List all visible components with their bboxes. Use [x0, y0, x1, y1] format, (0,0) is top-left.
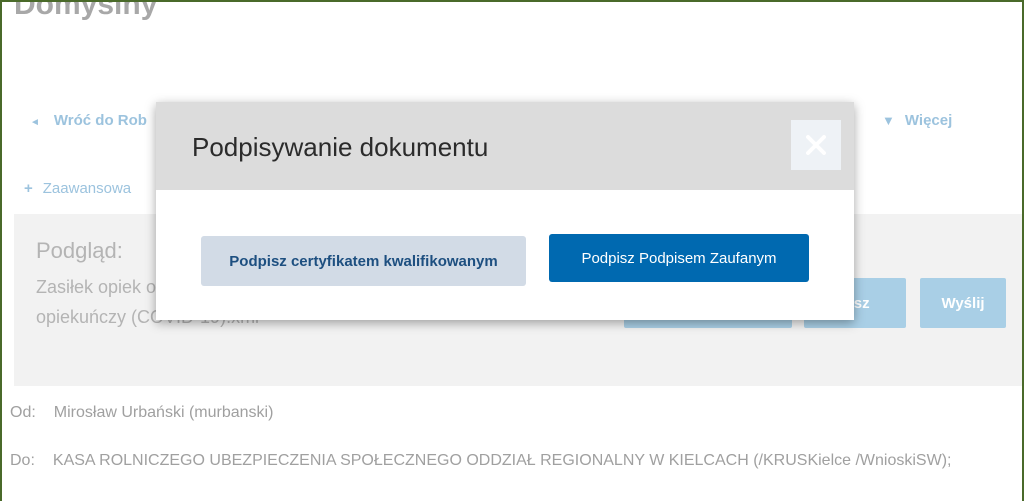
dialog-header: Podpisywanie dokumentu: [156, 102, 854, 190]
preview-heading: Podgląd:: [36, 238, 123, 263]
triangle-left-icon: ◄: [30, 117, 40, 128]
sign-certificate-button[interactable]: Podpisz certyfikatem kwalifikowanym: [201, 236, 526, 286]
more-menu[interactable]: ▼ Więcej: [882, 112, 952, 129]
advanced-toggle[interactable]: + Zaawansowa: [24, 180, 131, 197]
sender-value: Mirosław Urbański (murbanski): [53, 404, 274, 421]
recipient-key: Do:: [10, 452, 35, 469]
send-button[interactable]: Wyślij: [920, 278, 1006, 328]
app-frame: Domyślny ◄ Wróć do Rob ▼ Więcej + Zaawansow…: [0, 0, 1024, 501]
advanced-toggle-label: Zaawansowa: [42, 180, 132, 197]
close-icon: [806, 135, 826, 155]
recipient-value: KASA ROLNICZEGO UBEZPIECZENIA SPOŁECZNEG…: [52, 452, 952, 469]
dialog-body: Podpisz certyfikatem kwalifikowanym Podp…: [156, 190, 854, 320]
page-title: Domyślny: [14, 0, 158, 21]
dialog-title: Podpisywanie dokumentu: [192, 132, 489, 162]
back-link[interactable]: ◄ Wróć do Rob: [30, 112, 147, 129]
dialog-close-button[interactable]: [791, 120, 841, 170]
back-link-label: Wróć do Rob: [53, 112, 147, 129]
plus-icon: +: [24, 180, 33, 197]
sign-trusted-profile-button[interactable]: Podpisz Podpisem Zaufanym: [549, 234, 809, 282]
triangle-down-icon: ▼: [882, 113, 895, 128]
sign-dialog: Podpisywanie dokumentu Podpisz certyfika…: [156, 102, 854, 320]
sender-row: Od: Mirosław Urbański (murbanski): [10, 404, 273, 422]
sender-key: Od:: [10, 404, 36, 421]
more-menu-label: Więcej: [904, 112, 953, 129]
recipient-row: Do: KASA ROLNICZEGO UBEZPIECZENIA SPOŁECZ…: [10, 449, 1010, 473]
